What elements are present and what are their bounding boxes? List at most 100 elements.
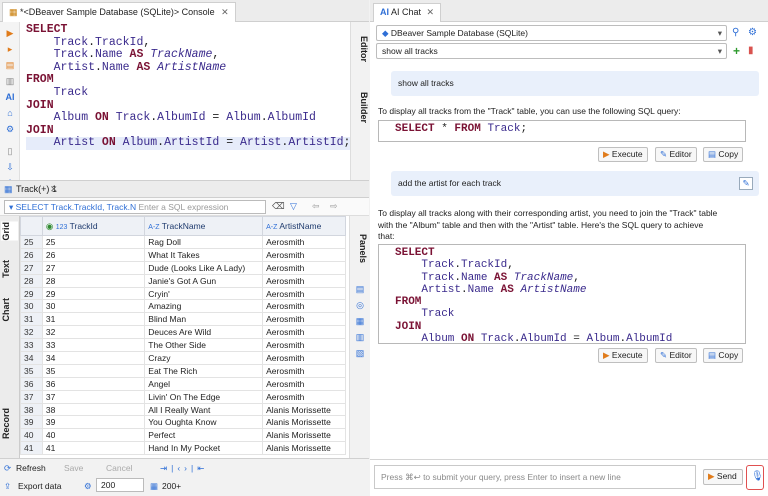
execute-button[interactable]: ▶ Execute [598, 147, 648, 162]
table-cell[interactable]: Crazy [144, 351, 264, 365]
table-row[interactable]: 37 37 Livin' On The Edge Aerosmith [20, 389, 346, 404]
open-editor-button[interactable]: ✎ Editor [655, 348, 697, 363]
table-row[interactable]: 25 25 Rag Doll Aerosmith [20, 235, 346, 249]
back-arrow-icon[interactable]: ⇦ [312, 201, 320, 212]
table-cell[interactable]: Aerosmith [262, 286, 346, 301]
table-cell[interactable]: Aerosmith [262, 363, 346, 378]
table-cell[interactable]: 27 [41, 260, 146, 275]
delete-chat-icon[interactable]: ▮ [748, 45, 754, 56]
export-icon[interactable]: ⇪ [4, 480, 11, 492]
column-header-artistname[interactable]: A-Z ArtistName [262, 216, 346, 236]
tab-panels[interactable]: Panels [351, 234, 368, 263]
table-row[interactable]: 39 39 You Oughta Know Alanis Morissette [20, 415, 346, 430]
table-cell[interactable]: Alanis Morissette [262, 402, 346, 417]
execute-button[interactable]: ▶ Execute [598, 348, 648, 363]
table-row[interactable]: 34 34 Crazy Aerosmith [20, 351, 346, 365]
execute-script-icon[interactable]: ▤ [5, 60, 15, 70]
table-cell[interactable]: 39 [41, 415, 146, 430]
table-cell[interactable]: Aerosmith [262, 325, 346, 340]
tab-grid[interactable]: Grid [1, 222, 18, 241]
close-icon[interactable]: ✕ [221, 7, 229, 17]
tab-text[interactable]: Text [1, 260, 18, 278]
column-header-trackname[interactable]: A-Z TrackName [144, 216, 264, 236]
table-cell[interactable]: Aerosmith [262, 273, 346, 288]
table-cell[interactable]: 25 [41, 235, 146, 249]
tab-builder[interactable]: Builder [352, 92, 369, 123]
table-row[interactable]: 35 35 Eat The Rich Aerosmith [20, 363, 346, 378]
table-cell[interactable]: Janie's Got A Gun [144, 273, 264, 288]
add-chat-icon[interactable]: + [733, 44, 740, 58]
copy-button[interactable]: ▤ Copy [703, 348, 744, 363]
table-cell[interactable]: 40 [41, 428, 146, 443]
table-cell[interactable]: Dude (Looks Like A Lady) [144, 260, 264, 275]
table-cell[interactable]: 28 [41, 273, 146, 288]
table-cell[interactable]: 33 [41, 338, 146, 353]
table-cell[interactable]: Angel [144, 376, 264, 391]
table-cell[interactable]: 35 [41, 363, 146, 378]
table-cell[interactable]: Aerosmith [262, 338, 346, 353]
table-cell[interactable]: Rag Doll [144, 235, 264, 249]
tab-record[interactable]: Record [1, 408, 18, 439]
table-cell[interactable]: What It Takes [144, 247, 264, 262]
fetch-all-icon[interactable]: ▦ [150, 480, 158, 492]
editor-tab[interactable]: ▦ *<DBeaver Sample Database (SQLite)> Co… [2, 2, 236, 22]
table-cell[interactable]: Aerosmith [262, 299, 346, 314]
table-cell[interactable]: Cryin' [144, 286, 264, 301]
transaction-icon[interactable]: ⌂ [5, 108, 15, 118]
navigation-icons[interactable]: ⇥|‹›|⇤ [160, 462, 208, 474]
file-icon[interactable]: ▯ [5, 146, 15, 156]
export-data-button[interactable]: Export data [18, 480, 61, 492]
refresh-button[interactable]: Refresh [16, 462, 46, 474]
explain-plan-icon[interactable]: ▥ [5, 76, 15, 86]
table-cell[interactable]: 38 [41, 402, 146, 417]
table-cell[interactable]: Aerosmith [262, 312, 346, 327]
table-row[interactable]: 32 32 Deuces Are Wild Aerosmith [20, 325, 346, 340]
table-row[interactable]: 29 29 Cryin' Aerosmith [20, 286, 346, 301]
tab-chart[interactable]: Chart [1, 298, 18, 322]
table-row[interactable]: 26 26 What It Takes Aerosmith [20, 247, 346, 262]
forward-arrow-icon[interactable]: ⇨ [330, 201, 338, 212]
table-row[interactable]: 27 27 Dude (Looks Like A Lady) Aerosmith [20, 260, 346, 275]
table-cell[interactable]: Eat The Rich [144, 363, 264, 378]
close-icon[interactable]: ✕ [50, 184, 58, 195]
table-cell[interactable]: You Oughta Know [144, 415, 264, 430]
table-cell[interactable]: 31 [41, 312, 146, 327]
table-cell[interactable]: Aerosmith [262, 260, 346, 275]
globe-icon[interactable]: ◎ [355, 300, 365, 310]
table-row[interactable]: 30 30 Amazing Aerosmith [20, 299, 346, 314]
filter-settings-icon[interactable]: ⚲ [732, 27, 739, 38]
tab-editor[interactable]: Editor [352, 36, 369, 62]
table-row[interactable]: 31 31 Blind Man Aerosmith [20, 312, 346, 327]
fetch-size-input[interactable]: 200 [96, 478, 144, 492]
ai-chat-tab[interactable]: AI AI Chat ✕ [373, 3, 442, 22]
table-cell[interactable]: 29 [41, 286, 146, 301]
microphone-button[interactable]: 🎙 [746, 465, 764, 490]
table-cell[interactable]: Amazing [144, 299, 264, 314]
table-cell[interactable]: Hand In My Pocket [144, 441, 264, 456]
table-row[interactable]: 38 38 All I Really Want Alanis Morissette [20, 402, 346, 417]
table-cell[interactable]: 30 [41, 299, 146, 314]
settings-icon[interactable]: ⚙ [84, 480, 92, 492]
table-cell[interactable]: Blind Man [144, 312, 264, 327]
eraser-icon[interactable]: ⌫ [272, 201, 285, 212]
table-cell[interactable]: Aerosmith [262, 376, 346, 391]
column-header-trackid[interactable]: ◉ 123 TrackId [41, 216, 146, 236]
table-cell[interactable]: 34 [41, 351, 146, 365]
table-cell[interactable]: 32 [41, 325, 146, 340]
connection-select[interactable]: ◆ DBeaver Sample Database (SQLite) ▾ [376, 25, 727, 41]
sql-code-area[interactable]: SELECT Track.TrackId, Track.Name AS Trac… [26, 22, 351, 152]
table-cell[interactable]: 37 [41, 389, 146, 404]
close-icon[interactable]: ✕ [427, 7, 435, 17]
copy-button[interactable]: ▤ Copy [703, 147, 744, 162]
send-button[interactable]: ▶ Send [703, 469, 743, 485]
table-cell[interactable]: Alanis Morissette [262, 428, 346, 443]
table-cell[interactable]: Aerosmith [262, 351, 346, 365]
table-row[interactable]: 40 40 Perfect Alanis Morissette [20, 428, 346, 443]
import-icon[interactable]: ⇩ [5, 162, 15, 172]
table-cell[interactable]: Deuces Are Wild [144, 325, 264, 340]
chat-history-select[interactable]: show all tracks ▾ [376, 43, 727, 59]
table-cell[interactable]: Livin' On The Edge [144, 389, 264, 404]
panel-icon[interactable]: ▥ [355, 332, 365, 342]
refresh-icon[interactable]: ⟳ [4, 462, 11, 474]
chat-input[interactable]: Press ⌘↩ to submit your query, press Ent… [374, 465, 696, 489]
